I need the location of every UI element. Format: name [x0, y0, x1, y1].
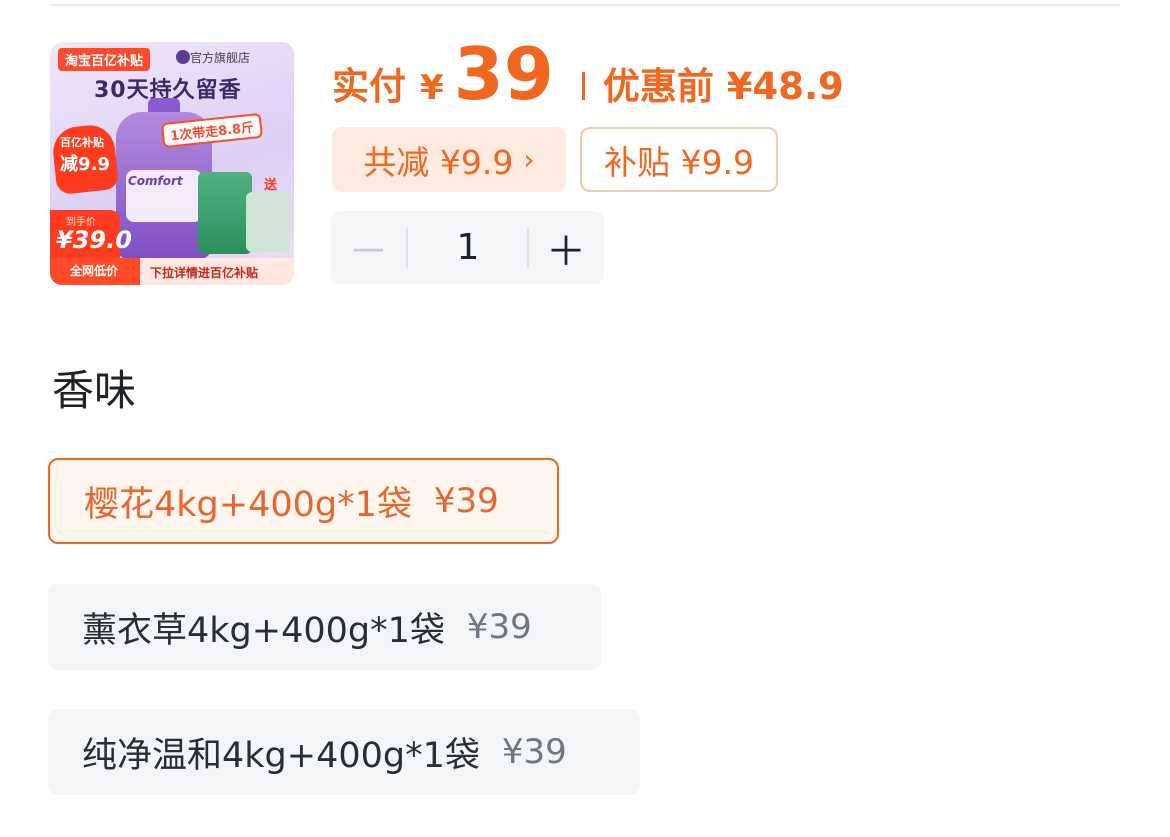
- paid-price: 39: [453, 32, 554, 116]
- flame-badge-line1: 百亿补贴: [60, 136, 104, 149]
- bottle-brand: Comfort: [128, 174, 183, 188]
- product-image[interactable]: 淘宝百亿补贴 官方旗舰店 30天持久留香 Comfort 送 百亿补贴 减9.9…: [50, 42, 294, 285]
- decrease-quantity-button[interactable]: －: [331, 211, 406, 284]
- scent-option-label: 纯净温和4kg+400g*1袋: [82, 735, 480, 776]
- brand-logo-icon: [176, 50, 190, 64]
- flagship-store-label: 官方旗舰店: [190, 51, 251, 65]
- image-pull-down-hint: 下拉详情进百亿补贴: [150, 266, 259, 280]
- total-discount-label: 共减 ¥9.9: [363, 142, 514, 182]
- price-separator: [581, 72, 585, 100]
- scent-section-title: 香味: [52, 366, 137, 415]
- refill-pouch-illustration: [198, 172, 252, 254]
- subsidy-label: 补贴 ¥9.9: [604, 142, 754, 182]
- subsidy-chip: 补贴 ¥9.9: [580, 127, 778, 192]
- scent-option-price: ¥39: [466, 607, 532, 647]
- scent-option-price: ¥39: [433, 481, 499, 521]
- scent-option-label: 樱花4kg+400g*1袋: [84, 484, 412, 525]
- gift-label: 送: [264, 178, 278, 193]
- total-discount-chip[interactable]: 共减 ¥9.9 ›: [332, 127, 566, 192]
- scent-option-price: ¥39: [501, 732, 567, 772]
- scent-option-lavender[interactable]: 薰衣草4kg+400g*1袋 ¥39: [48, 584, 601, 670]
- increase-quantity-button[interactable]: ＋: [528, 211, 604, 284]
- quantity-stepper: － 1 ＋: [331, 211, 604, 284]
- top-divider: [50, 4, 1120, 6]
- flame-badge-line2: 减9.9: [60, 154, 110, 175]
- gift-item-illustration: [246, 192, 290, 252]
- scent-option-label: 薰衣草4kg+400g*1袋: [82, 610, 445, 651]
- scent-option-sakura[interactable]: 樱花4kg+400g*1袋 ¥39: [48, 458, 559, 544]
- price-summary: 实付 ¥ 39 优惠前 ¥48.9: [332, 38, 844, 118]
- image-lowest-price-label: 全网低价: [70, 264, 119, 278]
- subsidy-tag: 淘宝百亿补贴: [58, 48, 151, 71]
- quantity-value[interactable]: 1: [408, 211, 528, 284]
- paid-label: 实付: [332, 65, 406, 108]
- price-before-discount: 优惠前 ¥48.9: [602, 65, 844, 108]
- scent-option-pure-gentle[interactable]: 纯净温和4kg+400g*1袋 ¥39: [48, 709, 640, 795]
- currency-symbol: ¥: [420, 68, 444, 108]
- image-price: ¥39.0: [56, 226, 132, 254]
- chevron-right-icon: ›: [523, 143, 535, 176]
